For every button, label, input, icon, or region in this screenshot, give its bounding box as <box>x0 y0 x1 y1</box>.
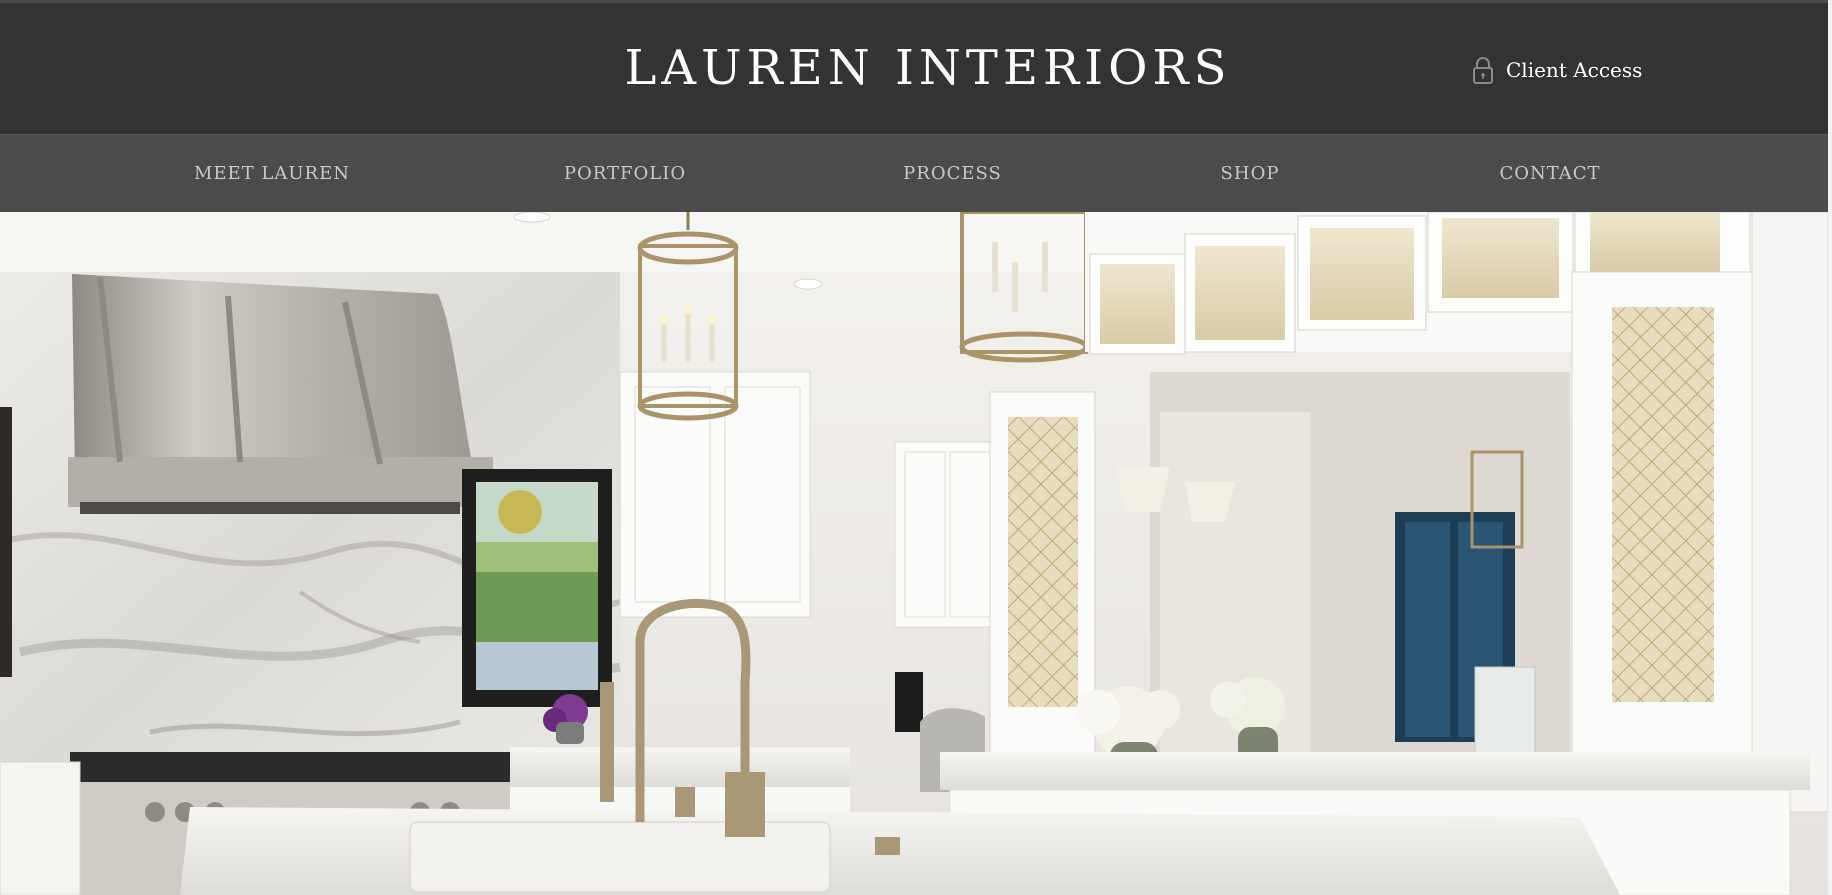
lock-icon <box>1473 57 1493 84</box>
nav-item-contact[interactable]: CONTACT <box>1485 135 1615 213</box>
main-nav: MEET LAUREN PORTFOLIO PROCESS SHOP CONTA… <box>0 134 1828 213</box>
site-header: LAUREN INTERIORS Client Access <box>0 3 1832 134</box>
hero-image <box>0 212 1828 895</box>
page-edge <box>1828 0 1832 895</box>
nav-item-portfolio[interactable]: PORTFOLIO <box>545 135 705 213</box>
kitchen-illustration <box>0 212 1828 895</box>
nav-item-shop[interactable]: SHOP <box>1205 135 1295 213</box>
client-access-link[interactable]: Client Access <box>1472 53 1642 87</box>
client-access-label: Client Access <box>1506 58 1643 82</box>
nav-item-process[interactable]: PROCESS <box>890 135 1015 213</box>
page: LAUREN INTERIORS Client Access MEET LAUR… <box>0 0 1832 895</box>
nav-item-meet-lauren[interactable]: MEET LAUREN <box>172 135 372 213</box>
